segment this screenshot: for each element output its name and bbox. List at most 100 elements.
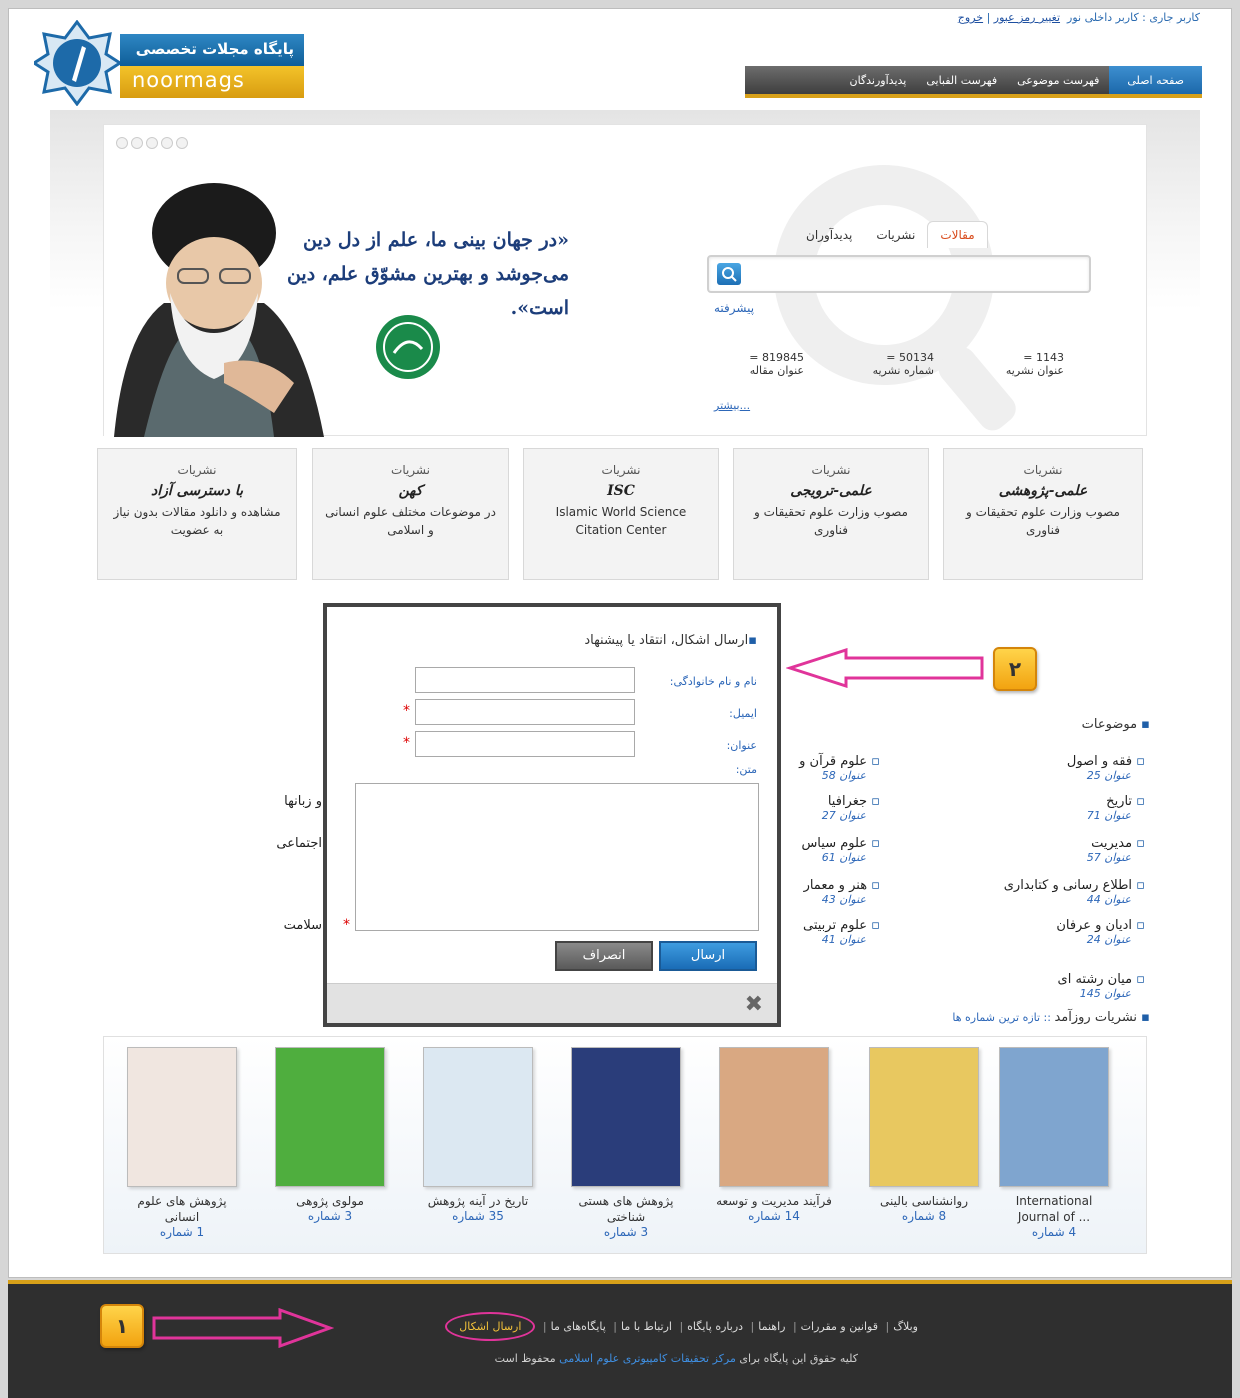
category-scientific-research[interactable]: نشریات علمی-پژوهشی مصوب وزارت علوم تحقیق… [943, 448, 1143, 580]
bullet-icon: ▫ [867, 918, 880, 933]
footer-separator: | [613, 1320, 618, 1333]
subject-item[interactable]: ▫ اطلاع رسانی و کتابداری عنوان 44 [930, 878, 1145, 906]
more-stats-link[interactable]: بیشتر... [714, 399, 750, 412]
journal-card[interactable]: روانشناسی بالینی 8 شماره [866, 1047, 982, 1223]
dialog-title-text: ارسال اشکال، انتقاد یا پیشنهاد [584, 633, 749, 648]
current-user-prefix: کاربر جاری : [1138, 11, 1200, 24]
tab-journals[interactable]: نشریات [864, 222, 927, 248]
journal-name[interactable]: فرآیند مدیریت و توسعه [716, 1193, 832, 1209]
footer-link-blog[interactable]: وبلاگ [893, 1320, 918, 1333]
journal-cover[interactable] [719, 1047, 829, 1187]
subject-count: عنوان 57 [1086, 851, 1131, 864]
subject-item[interactable]: ▫ فقه و اصول عنوان 25 [950, 754, 1145, 782]
required-marker: * [403, 703, 410, 719]
footer-link-help[interactable]: راهنما [758, 1320, 785, 1333]
subject-item[interactable]: ▫ مدیریت عنوان 57 [950, 836, 1145, 864]
logout-link[interactable]: خروج [958, 11, 983, 24]
subject-item-partial[interactable]: سلامت [250, 918, 322, 933]
footer-link-report-bug[interactable]: ارسال اشکال [445, 1312, 536, 1341]
journal-name[interactable]: International Journal of ... [996, 1193, 1112, 1225]
search-input[interactable] [707, 255, 1091, 293]
advanced-search-link[interactable]: پیشرفته [714, 301, 754, 315]
new-issues-subtitle[interactable]: :: تازه ترین شماره ها [952, 1011, 1054, 1024]
journal-issue-count[interactable]: 14 شماره [716, 1209, 832, 1223]
journal-card[interactable]: International Journal of ... 4 شماره [996, 1047, 1112, 1239]
subject-item[interactable]: ▫ ادیان و عرفان عنوان 24 [950, 918, 1145, 946]
site-logo[interactable]: پایگاه مجلات تخصصی noormags [34, 20, 304, 106]
subject-item[interactable]: ▫ هنر و معمار عنوان 43 [780, 878, 880, 906]
name-field[interactable] [415, 667, 635, 693]
copyright-link[interactable]: مرکز تحقیقات کامپیوتری علوم اسلامی [559, 1352, 736, 1365]
category-open-access[interactable]: نشریات با دسترسی آزاد مشاهده و دانلود مق… [97, 448, 297, 580]
subject-item[interactable]: ▫ علوم سیاس عنوان 61 [780, 836, 880, 864]
message-textarea[interactable] [355, 783, 759, 931]
journal-name[interactable]: مولوی پژوهی [272, 1193, 388, 1209]
new-issues-shelf: International Journal of ... 4 شماره روا… [103, 1036, 1147, 1254]
subject-item-partial[interactable]: و زبانها [250, 794, 322, 809]
journal-cover[interactable] [423, 1047, 533, 1187]
journal-issue-count[interactable]: 4 شماره [996, 1225, 1112, 1239]
subject-item[interactable]: ▫ تاریخ عنوان 71 [950, 794, 1145, 822]
subject-count: عنوان 41 [821, 933, 866, 946]
nav-alpha-index[interactable]: فهرست الفبایی [916, 66, 1007, 94]
subject-name: علوم تربیتی [802, 918, 868, 933]
journal-card[interactable]: پژوهش های هستی شناختی 3 شماره [568, 1047, 684, 1239]
journal-name[interactable]: پژوهش های علوم انسانی [124, 1193, 240, 1225]
subject-item[interactable]: ▫ جغرافیا عنوان 27 [780, 794, 880, 822]
slider-dot[interactable] [176, 137, 188, 149]
journal-name[interactable]: پژوهش های هستی شناختی [568, 1193, 684, 1225]
email-field[interactable] [415, 699, 635, 725]
nav-authors[interactable]: پدیدآورندگان [839, 66, 916, 94]
journal-card[interactable]: مولوی پژوهی 3 شماره [272, 1047, 388, 1223]
footer-link-rules[interactable]: قوانین و مقررات [801, 1320, 878, 1333]
journal-cover[interactable] [127, 1047, 237, 1187]
footer-link-about[interactable]: درباره پایگاه [687, 1320, 743, 1333]
slider-dot[interactable] [131, 137, 143, 149]
change-password-link[interactable]: تغییر رمز عبور [994, 11, 1060, 24]
journal-name[interactable]: روانشناسی بالینی [866, 1193, 982, 1209]
subject-item-partial[interactable]: اجتماعی [250, 836, 322, 851]
category-label: نشریات [1023, 463, 1063, 477]
close-icon[interactable]: ✖ [745, 992, 763, 1017]
send-button[interactable]: ارسال [659, 941, 757, 971]
footer-link-contact[interactable]: ارتباط با ما [621, 1320, 672, 1333]
tab-authors[interactable]: پدیدآوران [794, 222, 864, 248]
footer-link-our-sites[interactable]: پایگاه‌های ما [551, 1320, 606, 1333]
journal-card[interactable]: پژوهش های علوم انسانی 1 شماره [124, 1047, 240, 1239]
category-scientific-promotional[interactable]: نشریات علمی-ترویجی مصوب وزارت علوم تحقیق… [733, 448, 929, 580]
subject-item[interactable]: ▫ علوم قرآن و عنوان 58 [780, 754, 880, 782]
slider-dot[interactable] [146, 137, 158, 149]
category-isc[interactable]: نشریات ISC Islamic World Science Citatio… [523, 448, 719, 580]
journal-cover[interactable] [571, 1047, 681, 1187]
search-button[interactable] [717, 263, 741, 285]
nav-home[interactable]: صفحه اصلی [1109, 66, 1202, 94]
email-label: ایمیل: [729, 707, 757, 720]
journal-card[interactable]: فرآیند مدیریت و توسعه 14 شماره [716, 1047, 832, 1223]
journal-name[interactable]: تاریخ در آینه پژوهش [420, 1193, 536, 1209]
subject-count: عنوان 43 [821, 893, 866, 906]
journal-cover[interactable] [869, 1047, 979, 1187]
subject-field[interactable] [415, 731, 635, 757]
category-old[interactable]: نشریات کهن در موضوعات مختلف علوم انسانی … [312, 448, 509, 580]
journal-issue-count[interactable]: 3 شماره [568, 1225, 684, 1239]
nav-subject-index[interactable]: فهرست موضوعی [1007, 66, 1109, 94]
journal-issue-count[interactable]: 8 شماره [866, 1209, 982, 1223]
journal-issue-count[interactable]: 1 شماره [124, 1225, 240, 1239]
journal-issue-count[interactable]: 3 شماره [272, 1209, 388, 1223]
cancel-button[interactable]: انصراف [555, 941, 653, 971]
journal-cover[interactable] [275, 1047, 385, 1187]
site-stats: 819845 = عنوان مقاله 50134 = شماره نشریه 1… [704, 351, 1064, 377]
slider-dot[interactable] [161, 137, 173, 149]
journal-issue-count[interactable]: 35 شماره [420, 1209, 536, 1223]
footer-separator: | [792, 1320, 797, 1333]
slider-dot[interactable] [116, 137, 128, 149]
subject-item[interactable]: ▫ میان رشته ای عنوان 145 [950, 972, 1145, 1000]
subject-item[interactable]: ▫ علوم تربیتی عنوان 41 [780, 918, 880, 946]
tab-articles[interactable]: مقالات [927, 221, 988, 248]
main-nav: صفحه اصلی فهرست موضوعی فهرست الفبایی پدی… [745, 66, 1202, 98]
search-icon [722, 267, 737, 282]
journal-card[interactable]: تاریخ در آینه پژوهش 35 شماره [420, 1047, 536, 1223]
journal-cover[interactable] [999, 1047, 1109, 1187]
subject-name: میان رشته ای [1057, 972, 1133, 987]
slider-dots[interactable] [116, 137, 188, 149]
